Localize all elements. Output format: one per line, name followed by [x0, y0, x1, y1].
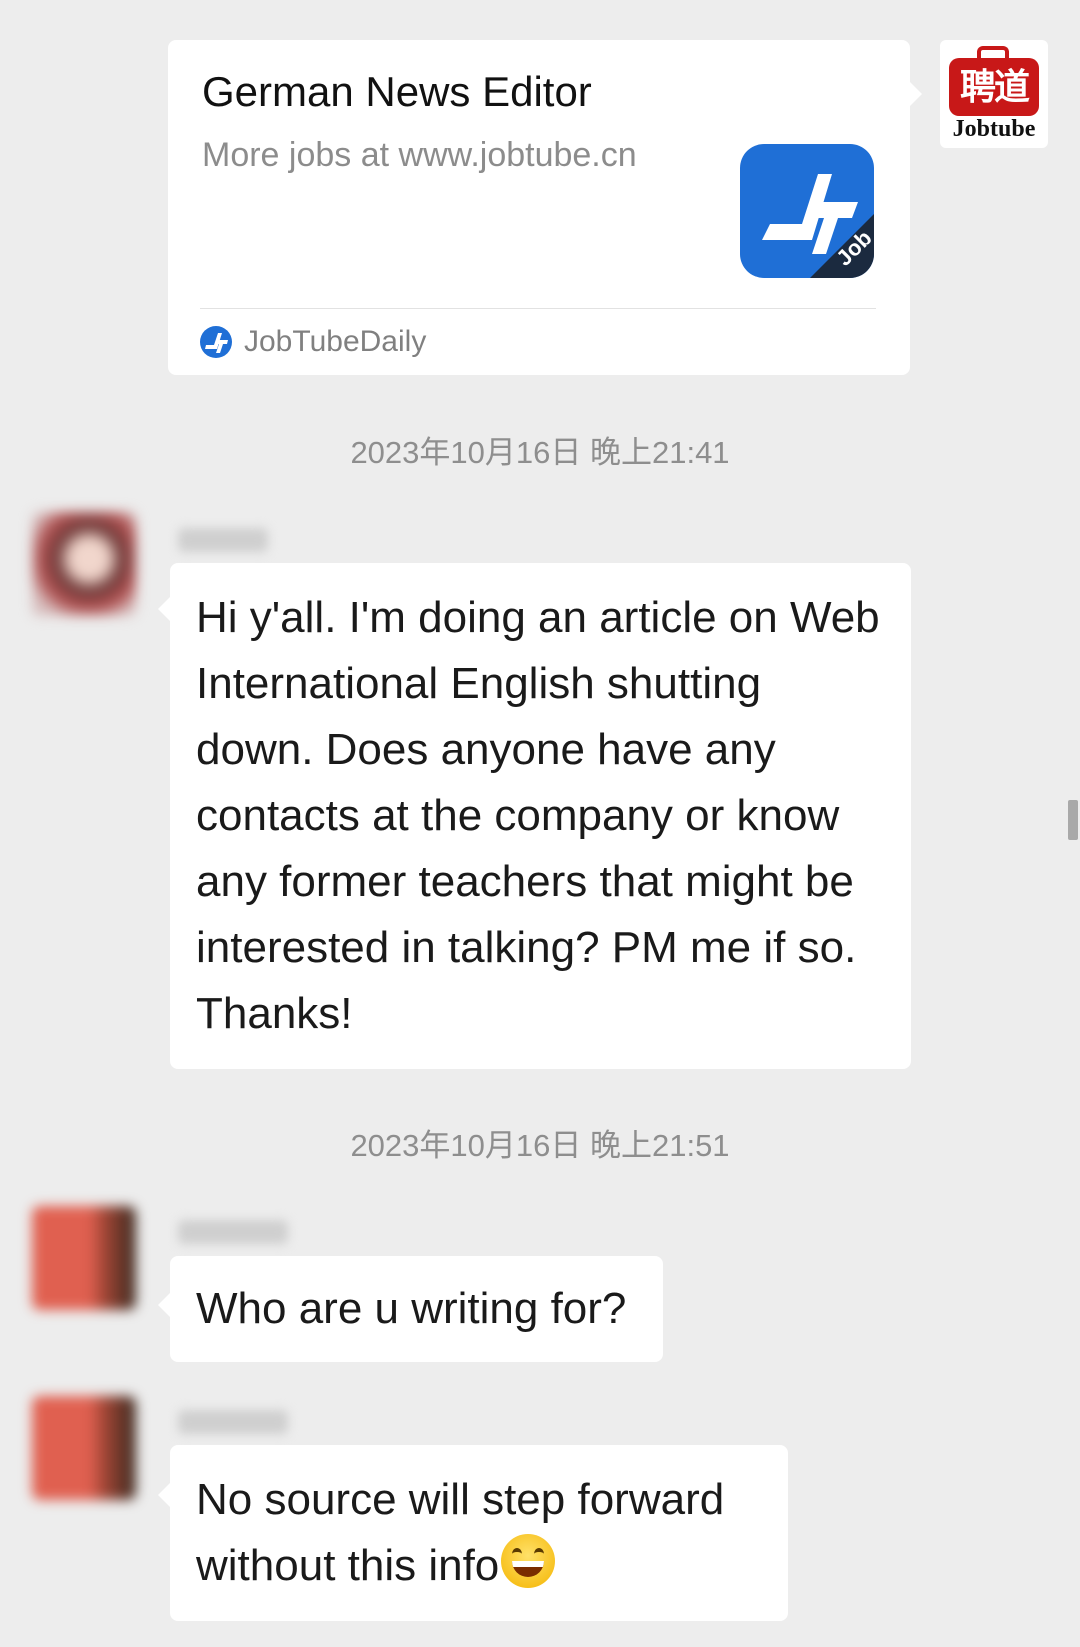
message-bubble[interactable]: Who are u writing for?: [170, 1256, 663, 1362]
message-text: No source will step forward without this…: [196, 1475, 725, 1590]
jobtube-source-icon: [200, 326, 232, 358]
jobtube-avatar[interactable]: 聘道 Jobtube: [940, 40, 1048, 148]
avatar-brand-text: Jobtube: [952, 116, 1036, 142]
message-bubble[interactable]: No source will step forward without this…: [170, 1445, 788, 1621]
message-bubble[interactable]: Hi y'all. I'm doing an article on Web In…: [170, 563, 911, 1069]
avatar[interactable]: [32, 1206, 136, 1310]
card-description: More jobs at www.jobtube.cn: [202, 136, 637, 174]
message-timestamp: 2023年10月16日 晚上21:51: [350, 1128, 730, 1163]
jobtube-logo-icon: Job: [740, 144, 874, 278]
avatar[interactable]: [32, 1396, 136, 1500]
sender-name-blurred: [178, 1410, 288, 1434]
message-timestamp: 2023年10月16日 晚上21:41: [350, 435, 730, 470]
card-title: German News Editor: [202, 68, 592, 115]
card-bubble-tail: [908, 80, 922, 108]
card-source-name: JobTubeDaily: [244, 325, 427, 358]
card-divider: [200, 308, 876, 309]
sender-name-blurred: [178, 1220, 288, 1244]
avatar-chinese-text: 聘道: [949, 58, 1039, 116]
grinning-face-emoji-icon: [501, 1534, 556, 1588]
sender-name-blurred: [178, 528, 268, 552]
scrollbar-thumb[interactable]: [1068, 800, 1078, 840]
avatar[interactable]: [32, 512, 136, 616]
shared-link-card[interactable]: German News Editor More jobs at www.jobt…: [168, 40, 910, 375]
